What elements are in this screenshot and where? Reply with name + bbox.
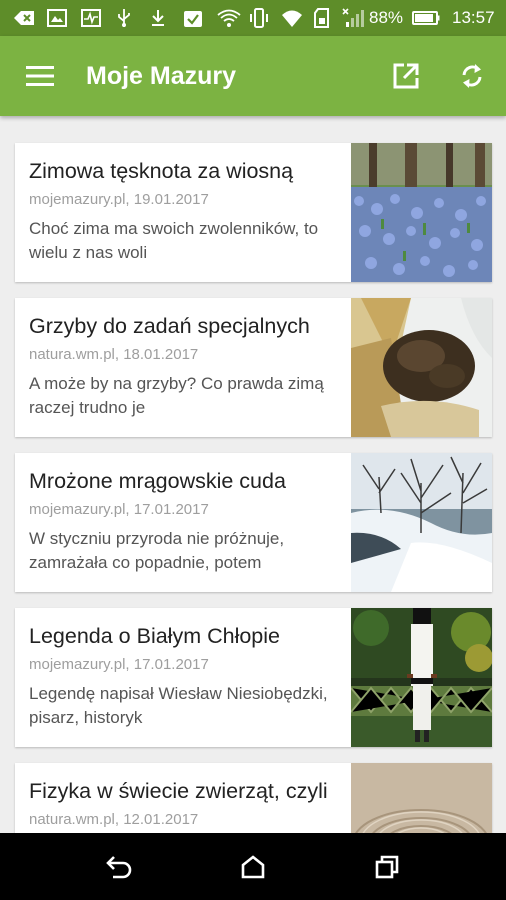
dried-mushrooms-photo xyxy=(351,298,492,437)
vibrate-icon xyxy=(250,8,268,28)
article-title: Mrożone mrągowskie cuda xyxy=(29,469,286,493)
article-thumbnail xyxy=(351,453,492,592)
article-title: Grzyby do zadań specjalnych xyxy=(29,314,310,338)
sd-card-icon xyxy=(314,8,329,28)
cell-signal-icon xyxy=(342,8,364,27)
home-icon xyxy=(241,855,265,879)
article-thumbnail xyxy=(351,608,492,747)
article-source: mojemazury.pl, 17.01.2017 xyxy=(29,501,209,518)
article-card[interactable]: Legenda o Białym Chłopie mojemazury.pl, … xyxy=(15,608,492,747)
wifi-signal-icon xyxy=(282,10,302,27)
navigation-icon xyxy=(14,11,34,25)
open-in-new-icon xyxy=(393,63,419,89)
back-button[interactable] xyxy=(98,846,140,888)
article-text: Legenda o Białym Chłopie mojemazury.pl, … xyxy=(29,608,341,747)
battery-percent: 88% xyxy=(369,8,404,27)
article-title: Zimowa tęsknota za wiosną xyxy=(29,159,294,183)
wifi-icon xyxy=(217,9,241,27)
menu-icon xyxy=(26,66,54,86)
pulse-icon xyxy=(81,9,101,27)
article-title: Legenda o Białym Chłopie xyxy=(29,624,280,648)
article-text: Grzyby do zadań specjalnych natura.wm.pl… xyxy=(29,298,341,437)
water-ripples-photo xyxy=(351,763,492,833)
frozen-lake-photo xyxy=(351,453,492,592)
clipboard-check-icon xyxy=(184,11,202,27)
recents-icon xyxy=(375,855,399,879)
system-nav-bar xyxy=(0,833,506,900)
article-text: Fizyka w świecie zwierząt, czyli natura.… xyxy=(29,763,341,833)
refresh-icon xyxy=(462,64,482,88)
article-card[interactable]: Mrożone mrągowskie cuda mojemazury.pl, 1… xyxy=(15,453,492,592)
app-title: Moje Mazury xyxy=(86,62,237,90)
article-card[interactable]: Zimowa tęsknota za wiosną mojemazury.pl,… xyxy=(15,143,492,282)
article-thumbnail xyxy=(351,143,492,282)
article-card[interactable]: Fizyka w świecie zwierząt, czyli natura.… xyxy=(15,763,492,833)
article-source: natura.wm.pl, 18.01.2017 xyxy=(29,346,199,363)
article-excerpt: A może by na grzyby? Co prawda zimą racz… xyxy=(29,374,324,417)
status-bar: 88% 13:57 xyxy=(0,0,506,36)
article-thumbnail xyxy=(351,763,492,833)
back-icon xyxy=(106,856,132,879)
image-icon xyxy=(47,9,67,27)
article-source: natura.wm.pl, 12.01.2017 xyxy=(29,811,199,828)
article-excerpt: Legendę napisał Wiesław Niesiobędzki, pi… xyxy=(29,684,328,727)
article-thumbnail xyxy=(351,298,492,437)
article-title: Fizyka w świecie zwierząt, czyli xyxy=(29,779,328,803)
open-in-browser-button[interactable] xyxy=(386,56,426,96)
white-figure-statue-photo xyxy=(351,608,492,747)
usb-icon xyxy=(118,9,130,27)
app-toolbar: Moje Mazury xyxy=(0,36,506,116)
clock: 13:57 xyxy=(452,8,495,27)
article-card[interactable]: Grzyby do zadań specjalnych natura.wm.pl… xyxy=(15,298,492,437)
article-source: mojemazury.pl, 17.01.2017 xyxy=(29,656,209,673)
article-list[interactable]: Zimowa tęsknota za wiosną mojemazury.pl,… xyxy=(0,116,506,833)
article-text: Mrożone mrągowskie cuda mojemazury.pl, 1… xyxy=(29,453,341,592)
article-text: Zimowa tęsknota za wiosną mojemazury.pl,… xyxy=(29,143,341,282)
battery-icon xyxy=(412,11,440,25)
home-button[interactable] xyxy=(232,846,274,888)
article-source: mojemazury.pl, 19.01.2017 xyxy=(29,191,209,208)
refresh-button[interactable] xyxy=(452,56,492,96)
recents-button[interactable] xyxy=(366,846,408,888)
download-icon xyxy=(152,10,164,26)
article-excerpt: W styczniu przyroda nie próżnuje, zamraż… xyxy=(29,529,285,572)
article-excerpt: Choć zima ma swoich zwolenników, to wiel… xyxy=(29,219,319,262)
blue-flowers-photo xyxy=(351,143,492,282)
menu-button[interactable] xyxy=(20,56,60,96)
